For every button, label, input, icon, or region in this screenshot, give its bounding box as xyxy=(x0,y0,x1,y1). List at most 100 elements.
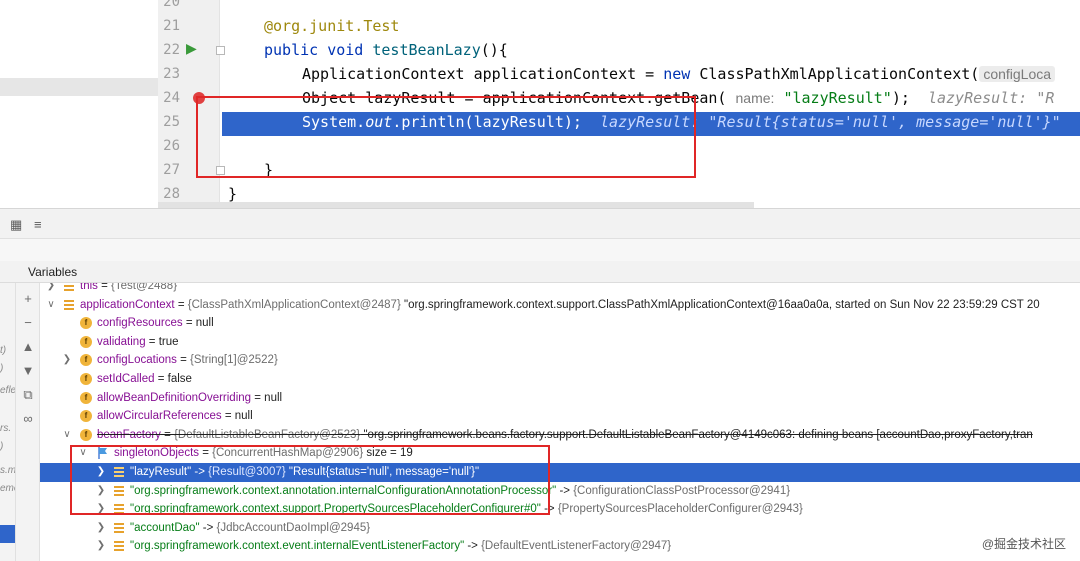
method-name: testBeanLazy xyxy=(372,41,481,59)
variable-name: configLocations xyxy=(97,354,177,367)
move-down-icon[interactable]: ▼ xyxy=(21,363,35,378)
tree-row-field[interactable]: f allowCircularReferences = null xyxy=(40,407,1080,426)
tree-row-application-context[interactable]: ∨ applicationContext = {ClassPathXmlAppl… xyxy=(40,296,1080,315)
expand-arrow-icon[interactable]: ❯ xyxy=(96,482,106,501)
tree-row-bean-factory[interactable]: ∨ f beanFactory = {DefaultListableBeanFa… xyxy=(40,426,1080,445)
map-key: "accountDao" xyxy=(130,521,200,534)
expand-arrow-icon[interactable]: ❯ xyxy=(62,351,72,370)
code-text: ApplicationContext applicationContext = xyxy=(302,65,664,83)
remove-watch-icon[interactable]: − xyxy=(21,315,35,330)
field-icon: f xyxy=(80,354,92,367)
run-test-icon[interactable]: ▶ xyxy=(186,40,197,57)
variable-value: null xyxy=(264,391,283,404)
line-number: 21 xyxy=(163,18,180,34)
tree-row-singleton-objects[interactable]: ∨ singletonObjects = {ConcurrentHashMap@… xyxy=(40,444,1080,463)
equals: = xyxy=(251,391,265,404)
map-entry-icon xyxy=(114,541,124,552)
table-view-icon[interactable]: ▦ xyxy=(10,217,22,233)
tree-row-lazy-result[interactable]: ❯ "lazyResult" -> {Result@3007} "Result{… xyxy=(40,463,1080,482)
frame-fragment: s.m xyxy=(0,465,16,476)
map-key: "org.springframework.context.event.inter… xyxy=(130,540,465,553)
variable-name: allowBeanDefinitionOverriding xyxy=(97,391,252,404)
variable-name: beanFactory xyxy=(97,428,161,441)
line-number: 27 xyxy=(163,162,180,178)
code-text: Object lazyResult = xyxy=(302,89,483,107)
line-number: 25 xyxy=(163,114,180,130)
code-text: } xyxy=(228,185,238,203)
flag-icon xyxy=(98,447,107,460)
equals: = xyxy=(199,447,213,460)
expand-arrow-icon[interactable]: ❯ xyxy=(46,283,56,296)
object-icon xyxy=(64,299,74,310)
frame-fragment: efle xyxy=(0,385,16,396)
show-watches-icon[interactable]: ∞ xyxy=(21,411,35,426)
tree-row-map-entry[interactable]: ❯ "org.springframework.context.support.P… xyxy=(40,500,1080,519)
variable-type: {Result@3007} xyxy=(208,466,286,478)
variables-tree[interactable]: ❯ this = {Test@2488} ∨ applicationContex… xyxy=(40,283,1080,561)
tree-row-field[interactable]: f allowBeanDefinitionOverriding = null xyxy=(40,389,1080,408)
map-entry-icon xyxy=(114,467,124,477)
field-icon: f xyxy=(80,317,92,330)
inline-debug-value: lazyResult: "Result{status='null', messa… xyxy=(600,113,1061,131)
tree-row-map-entry[interactable]: ❯ "org.springframework.context.annotatio… xyxy=(40,482,1080,501)
move-up-icon[interactable]: ▲ xyxy=(21,339,35,354)
code-line-23[interactable]: ApplicationContext applicationContext = … xyxy=(302,62,1056,86)
code-line-25[interactable]: System.out.println(lazyResult); lazyResu… xyxy=(302,110,1061,134)
tree-row-map-entry[interactable]: ❯ "org.springframework.context.event.int… xyxy=(40,537,1080,556)
collapse-arrow-icon[interactable]: ∨ xyxy=(46,296,56,315)
inline-debug-value: lazyResult: "R xyxy=(927,89,1055,107)
equals: = xyxy=(145,335,159,348)
copy-icon[interactable]: ⧉ xyxy=(21,387,35,403)
variables-header: Variables xyxy=(0,261,1080,283)
variable-name: allowCircularReferences xyxy=(97,410,222,423)
tree-row-map-entry[interactable]: ❯ "accountDao" -> {JdbcAccountDaoImpl@29… xyxy=(40,519,1080,538)
expand-arrow-icon[interactable]: ❯ xyxy=(96,519,106,538)
watermark: @掘金技术社区 xyxy=(977,534,1070,553)
fold-icon[interactable] xyxy=(216,46,225,55)
tree-row-field[interactable]: f configResources = null xyxy=(40,314,1080,333)
debug-toolbar: ▦ ≡ xyxy=(0,209,1080,239)
variable-type: {ClassPathXmlApplicationContext@2487} xyxy=(187,298,401,311)
code-line-24[interactable]: Object lazyResult = applicationContext.g… xyxy=(302,86,1054,110)
tree-row-field[interactable]: ❯ f configLocations = {String[1]@2522} xyxy=(40,351,1080,370)
field-icon: f xyxy=(80,410,92,423)
variable-value: "org.springframework.beans.factory.suppo… xyxy=(360,428,1033,441)
code-editor[interactable]: 20 21 22 23 24 25 26 27 28 ▶ @org.junit.… xyxy=(0,0,1080,208)
code-line-21[interactable]: @org.junit.Test xyxy=(264,14,399,38)
equals: = xyxy=(174,298,188,311)
variable-name: singletonObjects xyxy=(114,447,200,460)
code-text: ); xyxy=(891,89,910,107)
map-key: "org.springframework.context.support.Pro… xyxy=(130,503,541,516)
expand-arrow-icon[interactable]: ❯ xyxy=(96,500,106,519)
variable-value: false xyxy=(167,373,192,385)
expand-arrow-icon[interactable]: ❯ xyxy=(96,463,106,482)
tree-row-field[interactable]: f validating = true xyxy=(40,333,1080,352)
code-line-27[interactable]: } xyxy=(264,158,273,182)
map-key: "org.springframework.context.annotation.… xyxy=(130,484,557,497)
variables-toolbar: + − ▲ ▼ ⧉ ∞ xyxy=(16,283,40,561)
add-watch-icon[interactable]: + xyxy=(21,291,35,306)
variable-type: {String[1]@2522} xyxy=(190,354,278,367)
project-panel-edge xyxy=(0,0,158,208)
line-number: 24 xyxy=(163,90,180,106)
collapse-arrow-icon[interactable]: ∨ xyxy=(62,426,72,445)
layout-icon[interactable]: ≡ xyxy=(34,217,42,232)
map-entry-icon xyxy=(114,504,124,515)
breakpoint-icon[interactable] xyxy=(193,92,205,104)
variable-type: {JdbcAccountDaoImpl@2945} xyxy=(216,521,371,534)
tree-row-field[interactable]: f setIdCalled = false xyxy=(40,370,1080,389)
variable-value: size = 19 xyxy=(363,447,413,460)
expand-arrow-icon[interactable]: ❯ xyxy=(96,537,106,556)
field-icon: f xyxy=(80,391,92,404)
parameter-hint: name: xyxy=(735,90,775,106)
tree-row-this[interactable]: ❯ this = {Test@2488} xyxy=(40,283,1080,296)
code-text: (){ xyxy=(480,41,508,59)
variable-type: {Test@2488} xyxy=(111,283,178,292)
code-text: System. xyxy=(302,113,366,131)
collapse-arrow-icon[interactable]: ∨ xyxy=(78,444,88,463)
variable-type: {DefaultEventListenerFactory@2947} xyxy=(481,540,672,553)
map-arrow: -> xyxy=(191,466,209,478)
equals: = xyxy=(221,410,235,423)
fold-icon[interactable] xyxy=(216,166,225,175)
code-line-22[interactable]: public void testBeanLazy(){ xyxy=(264,38,508,62)
